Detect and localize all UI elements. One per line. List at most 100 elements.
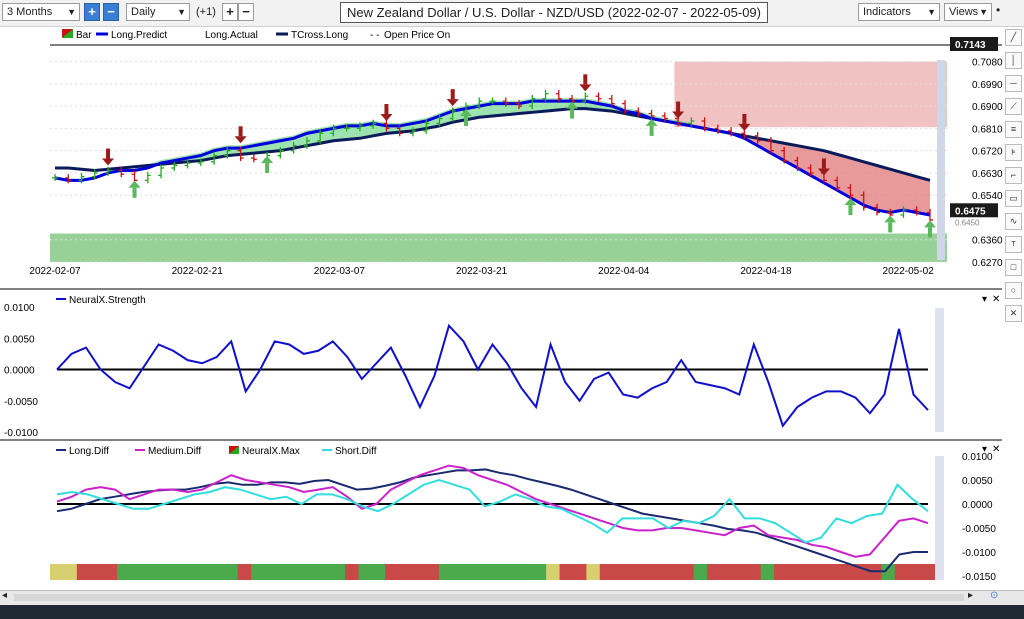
circle-tool-icon[interactable]: ○	[1005, 282, 1022, 299]
sell-arrow-shaft	[384, 104, 389, 115]
last-price-label: 0.6475	[955, 206, 986, 217]
horizontal-line-tool-icon[interactable]: ─	[1005, 75, 1022, 92]
horizontal-scrollbar[interactable]: ◂ ▸ ⊙	[0, 590, 1024, 605]
scroll-track[interactable]	[14, 594, 964, 601]
sell-arrow-shaft	[742, 113, 747, 124]
neuralx-max-strip	[50, 564, 936, 580]
date-tick-label: 2022-04-18	[740, 266, 792, 277]
video-overlay-bar	[0, 605, 1024, 619]
buy-arrow-shaft	[928, 227, 932, 238]
buy-arrow-shaft	[132, 187, 137, 198]
rectangle-tool-icon[interactable]: □	[1005, 259, 1022, 276]
diff-scroll[interactable]	[935, 456, 944, 580]
legend-open-price-dashes: - -	[370, 30, 379, 41]
neuralx-max-cell	[210, 564, 225, 580]
legend-open-price: Open Price On	[384, 30, 450, 41]
legend-neuralx-max: NeuralX.Max	[242, 446, 300, 457]
neuralx-max-cell	[546, 564, 561, 580]
chart-area: 0.7080 0.6990 0.6900 0.6810 0.6720 0.6630 0.65…	[0, 29, 1003, 583]
neuralx-max-cell	[412, 564, 426, 580]
text-tool-icon[interactable]: T	[1005, 236, 1022, 253]
neuralx-max-cell	[693, 564, 708, 580]
date-tick-label: 2022-05-02	[883, 266, 935, 277]
date-tick-label: 2022-03-21	[456, 266, 508, 277]
neuralx-max-cell	[519, 564, 534, 580]
legend-long-actual: Long.Actual	[205, 30, 258, 41]
price-panel: 0.7080 0.6990 0.6900 0.6810 0.6720 0.6630 0.65…	[29, 37, 1003, 277]
legend-tcross-long: TCross.Long	[291, 30, 348, 41]
date-axis: 2022-02-07 2022-02-21 2022-03-07 2022-03-21…	[29, 266, 934, 277]
neuralx-max-cell	[586, 564, 601, 580]
neuralx-max-cell	[908, 564, 923, 580]
neuralx-max-cell	[505, 564, 520, 580]
delete-drawing-icon[interactable]: ✕	[1005, 305, 1022, 322]
price-axis: 0.7080 0.6990 0.6900 0.6810 0.6720 0.6630 0.65…	[950, 37, 1003, 269]
neuralx-max-cell	[90, 564, 105, 580]
long-diff-line	[56, 468, 928, 573]
neuralx-max-cell	[438, 564, 453, 580]
channel-tool-icon[interactable]: ≡	[1005, 121, 1022, 138]
buy-arrow-shaft	[570, 108, 575, 119]
buy-arrow-shaft	[265, 163, 270, 174]
date-tick-label: 2022-02-21	[172, 266, 224, 277]
neuralx-max-cell	[492, 564, 507, 580]
diff-axis: 0.0100 0.0050 0.0000 -0.0050 -0.0100 -0.0150	[962, 452, 996, 583]
neuralx-max-cell	[184, 564, 198, 580]
ray-tool-icon[interactable]: ⟋	[1005, 98, 1022, 115]
neuralx-strength-line	[56, 323, 929, 428]
neuralx-max-cell	[224, 564, 239, 580]
neuralx-max-cell	[264, 564, 279, 580]
diff-tick-label: 0.0100	[962, 452, 993, 463]
bracket-tool-icon[interactable]: ⌐	[1005, 167, 1022, 184]
legend-medium-diff: Medium.Diff	[148, 446, 201, 457]
panel-close-icon[interactable]: ✕	[992, 444, 1000, 455]
date-tick-label: 2022-03-07	[314, 266, 366, 277]
scroll-right-icon[interactable]: ▸	[968, 590, 973, 601]
neuralx-max-cell	[747, 564, 762, 580]
neuralx-max-cell	[666, 564, 681, 580]
neuralx-max-cell	[371, 564, 386, 580]
sell-arrow-shaft	[821, 158, 826, 169]
neuralx-max-cell	[827, 564, 842, 580]
neuralx-max-cell	[277, 564, 292, 580]
legend-short-diff: Short.Diff	[335, 446, 377, 457]
scroll-left-icon[interactable]: ◂	[2, 590, 7, 601]
strength-scroll[interactable]	[935, 308, 944, 432]
neuralx-max-cell	[680, 564, 695, 580]
callout-tool-icon[interactable]: ▭	[1005, 190, 1022, 207]
strength-panel: NeuralX.Strength ▾ ✕ 0.0100 0.0050 0.0000 -…	[0, 288, 1002, 439]
neuralx-max-cell	[653, 564, 668, 580]
neuralx-max-cell	[251, 564, 266, 580]
price-legend: Bar Long.Predict Long.Actual TCross.Long…	[62, 29, 450, 41]
legend-long-predict: Long.Predict	[111, 30, 167, 41]
neuralx-max-cell	[76, 564, 91, 580]
buy-arrow-shaft	[888, 222, 893, 233]
neuralx-max-cell	[318, 564, 333, 580]
vertical-line-tool-icon[interactable]: │	[1005, 52, 1022, 69]
diff-tick-label: 0.0050	[962, 476, 993, 487]
sell-arrow-shaft	[450, 89, 455, 100]
price-tick-label: 0.6360	[972, 236, 1003, 247]
neuralx-max-cell	[559, 564, 574, 580]
neuralx-max-cell	[814, 564, 829, 580]
scroll-end-icon[interactable]: ⊙	[990, 590, 998, 601]
panel-close-icon[interactable]: ✕	[992, 294, 1000, 305]
neuralx-max-cell	[894, 564, 909, 580]
legend-bar: Bar	[76, 30, 92, 41]
neuralx-max-cell	[63, 564, 78, 580]
neuralx-max-cell	[170, 564, 185, 580]
fibonacci-tool-icon[interactable]: ⊧	[1005, 144, 1022, 161]
sell-arrow-shaft	[676, 101, 681, 112]
price-scroll[interactable]	[937, 60, 945, 260]
price-tick-label: 0.7080	[972, 58, 1003, 69]
buy-arrow-shaft	[649, 125, 654, 136]
price-tick-label: 0.6990	[972, 80, 1003, 91]
panel-collapse-icon[interactable]: ▾	[982, 294, 987, 305]
neuralx-max-cell	[921, 564, 936, 580]
neuralx-max-cell	[841, 564, 856, 580]
price-tick-label: 0.6270	[972, 258, 1003, 269]
line-tool-icon[interactable]: ╱	[1005, 29, 1022, 46]
wave-tool-icon[interactable]: ∿	[1005, 213, 1022, 230]
neuralx-max-cell	[532, 564, 547, 580]
neuralx-max-cell	[117, 564, 131, 580]
